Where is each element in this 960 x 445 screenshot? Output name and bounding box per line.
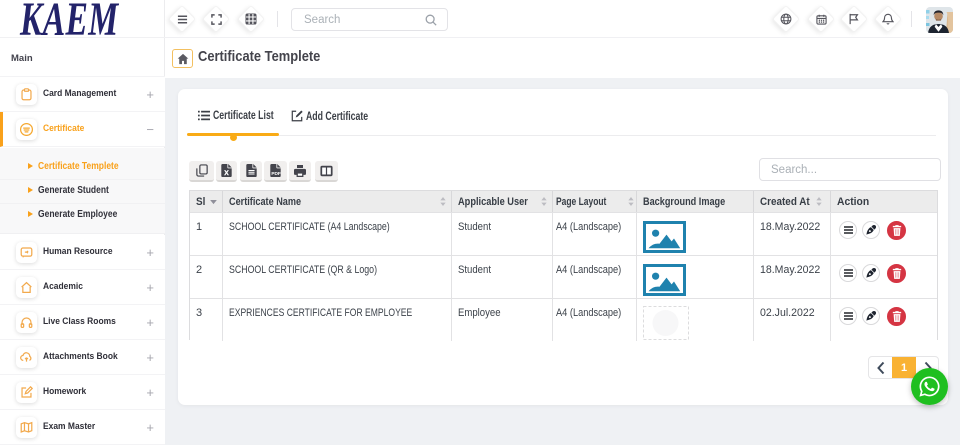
svg-text:PDF: PDF xyxy=(271,171,281,177)
